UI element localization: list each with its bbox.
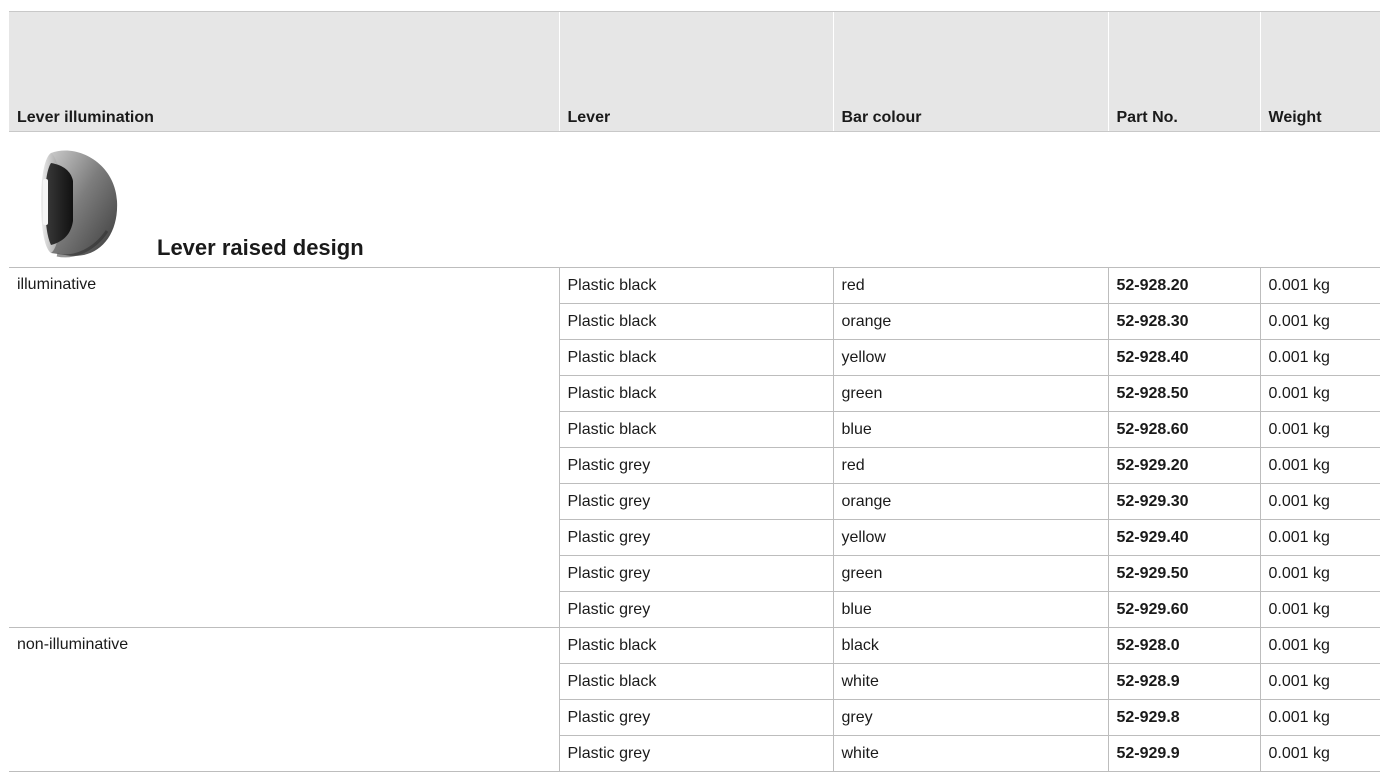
lever-cell: Plastic black <box>558 339 833 376</box>
lever-cell: Plastic black <box>558 375 833 412</box>
lever-cell: Plastic grey <box>558 699 833 736</box>
part-no-cell: 52-928.0 <box>1107 627 1260 664</box>
lever-cell: Plastic black <box>558 267 833 304</box>
lever-cell: Plastic black <box>558 411 833 448</box>
weight-cell: 0.001 kg <box>1259 375 1380 412</box>
header-row: Lever illumination Lever Bar colour Part… <box>9 11 1380 132</box>
header-part-no: Part No. <box>1107 11 1260 132</box>
part-no-cell: 52-928.20 <box>1107 267 1260 304</box>
bar-colour-cell: blue <box>832 411 1108 448</box>
part-no-cell: 52-929.8 <box>1107 699 1260 736</box>
part-no-cell: 52-928.30 <box>1107 303 1260 340</box>
header-lever-illumination: Lever illumination <box>9 11 559 132</box>
part-no-cell: 52-929.9 <box>1107 735 1260 772</box>
bar-colour-cell: green <box>832 375 1108 412</box>
bar-colour-cell: yellow <box>832 519 1108 556</box>
part-no-cell: 52-928.9 <box>1107 663 1260 700</box>
table-row: illuminative Plastic black red 52-928.20… <box>9 267 1380 628</box>
weight-cell: 0.001 kg <box>1259 267 1380 304</box>
lever-cell: Plastic grey <box>558 735 833 772</box>
lever-cell: Plastic grey <box>558 483 833 520</box>
part-no-cell: 52-929.40 <box>1107 519 1260 556</box>
lever-cell: Plastic grey <box>558 519 833 556</box>
illumination-cell: illuminative <box>9 267 559 628</box>
weight-cell: 0.001 kg <box>1259 519 1380 556</box>
part-no-cell: 52-928.40 <box>1107 339 1260 376</box>
bar-colour-cell: white <box>832 735 1108 772</box>
part-no-cell: 52-928.60 <box>1107 411 1260 448</box>
lever-cell: Plastic black <box>558 663 833 700</box>
part-no-cell: 52-929.60 <box>1107 591 1260 628</box>
lever-cell: Plastic black <box>558 627 833 664</box>
table-row: non-illuminative Plastic black black 52-… <box>9 627 1380 772</box>
weight-cell: 0.001 kg <box>1259 663 1380 700</box>
weight-cell: 0.001 kg <box>1259 627 1380 664</box>
section-title: Lever raised design <box>157 235 364 260</box>
header-bar-colour: Bar colour <box>832 11 1108 132</box>
lever-knob-image <box>35 145 119 263</box>
lever-cell: Plastic grey <box>558 591 833 628</box>
illumination-cell: non-illuminative <box>9 627 559 772</box>
table-body: Lever raised design illuminative Plastic… <box>9 131 1380 772</box>
bar-colour-cell: black <box>832 627 1108 664</box>
weight-cell: 0.001 kg <box>1259 699 1380 736</box>
section-cell: Lever raised design <box>9 131 1380 268</box>
part-no-cell: 52-928.50 <box>1107 375 1260 412</box>
part-no-cell: 52-929.20 <box>1107 447 1260 484</box>
weight-cell: 0.001 kg <box>1259 555 1380 592</box>
weight-cell: 0.001 kg <box>1259 339 1380 376</box>
lever-cell: Plastic grey <box>558 555 833 592</box>
weight-cell: 0.001 kg <box>1259 447 1380 484</box>
header-weight: Weight <box>1259 11 1380 132</box>
bar-colour-cell: white <box>832 663 1108 700</box>
bar-colour-cell: red <box>832 267 1108 304</box>
weight-cell: 0.001 kg <box>1259 735 1380 772</box>
weight-cell: 0.001 kg <box>1259 483 1380 520</box>
weight-cell: 0.001 kg <box>1259 591 1380 628</box>
bar-colour-cell: red <box>832 447 1108 484</box>
bar-colour-cell: blue <box>832 591 1108 628</box>
bar-colour-cell: grey <box>832 699 1108 736</box>
section-row: Lever raised design <box>9 131 1380 268</box>
bar-colour-cell: orange <box>832 483 1108 520</box>
weight-cell: 0.001 kg <box>1259 303 1380 340</box>
page: Lever illumination Lever Bar colour Part… <box>0 0 1380 772</box>
part-no-cell: 52-929.30 <box>1107 483 1260 520</box>
parts-table: Lever illumination Lever Bar colour Part… <box>9 11 1380 772</box>
header-lever: Lever <box>558 11 833 132</box>
part-no-cell: 52-929.50 <box>1107 555 1260 592</box>
bar-colour-cell: orange <box>832 303 1108 340</box>
lever-cell: Plastic grey <box>558 447 833 484</box>
lever-cell: Plastic black <box>558 303 833 340</box>
weight-cell: 0.001 kg <box>1259 411 1380 448</box>
bar-colour-cell: yellow <box>832 339 1108 376</box>
bar-colour-cell: green <box>832 555 1108 592</box>
